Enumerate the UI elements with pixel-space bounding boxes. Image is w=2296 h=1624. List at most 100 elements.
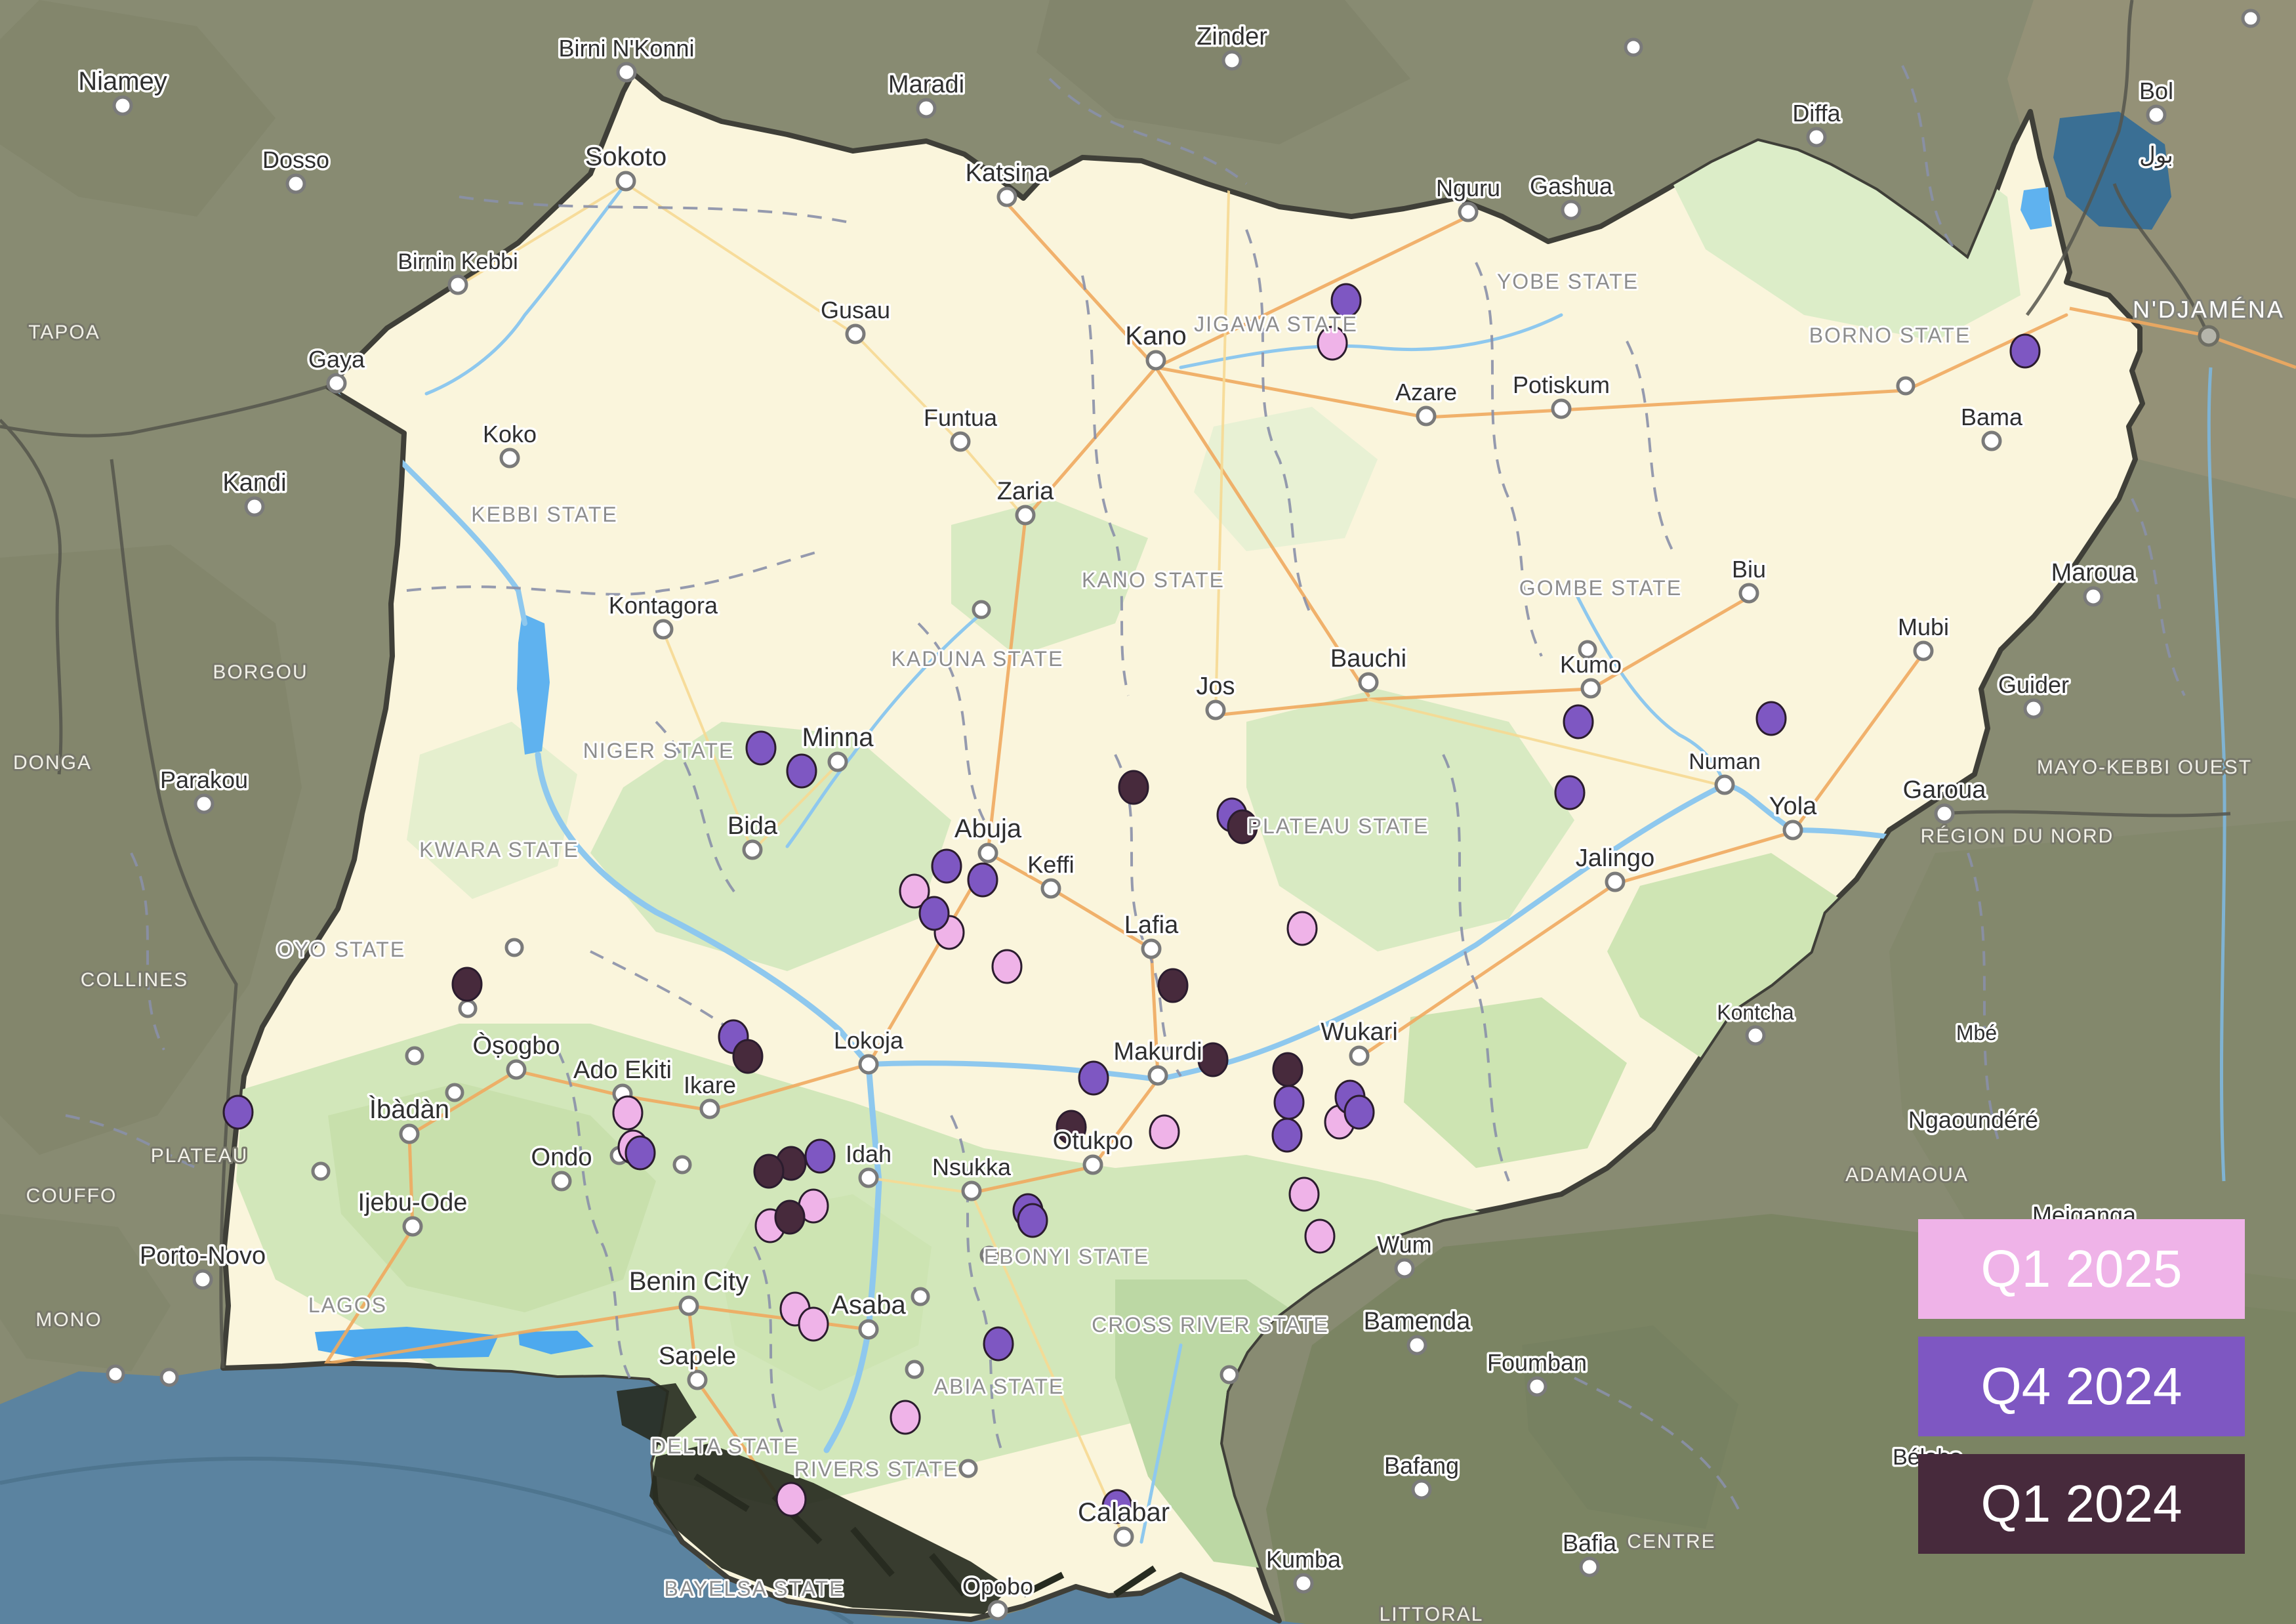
incident-dot-q1-2025[interactable] <box>1150 1115 1179 1148</box>
incident-dot-q1-2024[interactable] <box>1273 1053 1302 1086</box>
legend: Q1 2025 Q4 2024 Q1 2024 <box>1918 1219 2245 1554</box>
city-label-idah: Idah <box>846 1140 892 1167</box>
legend-label-q1-2024: Q1 2024 <box>1981 1474 2183 1534</box>
incident-dot-q1-2025[interactable] <box>799 1308 828 1341</box>
city-label-calabar: Calabar <box>1078 1498 1170 1527</box>
incident-dot-q4-2024[interactable] <box>1018 1204 1047 1237</box>
incident-dot-q4-2024[interactable] <box>1273 1119 1302 1152</box>
incident-dot-q1-2024[interactable] <box>754 1155 783 1188</box>
city-circle-calabar <box>1115 1528 1132 1545</box>
city-circle-wum <box>1396 1260 1413 1277</box>
legend-item-q1-2024: Q1 2024 <box>1918 1454 2245 1554</box>
city-label-bama: Bama <box>1961 404 2023 430</box>
city-label-wum: Wum <box>1377 1231 1431 1258</box>
city-circle-otukpo <box>1084 1156 1101 1173</box>
region-label-donga: DONGA <box>13 752 92 774</box>
town-circle-11 <box>460 1001 476 1016</box>
incident-dot-q4-2024[interactable] <box>984 1327 1013 1360</box>
incident-dot-q4-2024[interactable] <box>224 1096 253 1129</box>
city-label-mubi: Mubi <box>1898 614 1949 640</box>
legend-label-q4-2024: Q4 2024 <box>1981 1356 2183 1417</box>
state-label-oyo-state: OYO STATE <box>277 938 405 961</box>
city-label-ngaound-r-: Ngaoundéré <box>1908 1106 2038 1133</box>
city-label-keffi: Keffi <box>1027 851 1074 878</box>
incident-dot-q1-2024[interactable] <box>1199 1043 1227 1076</box>
incident-dot-q4-2024[interactable] <box>920 897 949 930</box>
incident-dot-q4-2024[interactable] <box>932 850 961 883</box>
city-circle-katsina <box>998 188 1015 205</box>
city-label-bafang: Bafang <box>1384 1452 1459 1479</box>
city-label-bamenda: Bamenda <box>1364 1308 1471 1335</box>
city-label-sapele: Sapele <box>659 1343 736 1370</box>
region-label-r-gion-du-nord: RÉGION DU NORD <box>1921 825 2114 847</box>
city-label-wukari: Wukari <box>1321 1018 1398 1046</box>
city-circle-azare <box>1418 407 1435 425</box>
incident-dot-q1-2025[interactable] <box>777 1483 806 1516</box>
city-label-zaria: Zaria <box>997 478 1054 505</box>
city-circle-zaria <box>1017 507 1034 524</box>
incident-dot-q4-2024[interactable] <box>1079 1062 1108 1094</box>
city-label-birni-n-konni: Birni N'Konni <box>559 35 695 62</box>
incident-dot-q1-2025[interactable] <box>613 1096 642 1129</box>
city-label-parakou: Parakou <box>160 766 248 793</box>
city-label-gashua: Gashua <box>1530 173 1613 199</box>
incident-dot-q1-2024[interactable] <box>453 968 482 1001</box>
city-circle-wukari <box>1351 1047 1368 1064</box>
city-label-ndjamena: N'DJAMÉNA <box>2133 296 2285 323</box>
city-label-azare: Azare <box>1395 379 1457 406</box>
city-circle-zinder <box>1223 52 1240 69</box>
city-circle-jos <box>1207 701 1224 718</box>
city-circle-parakou <box>195 795 213 812</box>
incident-dot-q1-2025[interactable] <box>1290 1178 1319 1211</box>
incident-dot-q4-2024[interactable] <box>1757 702 1786 735</box>
incident-dot-q1-2025[interactable] <box>891 1401 920 1434</box>
city-label-jos: Jos <box>1196 673 1235 700</box>
city-circle-kontagora <box>655 621 672 638</box>
town-circle-17 <box>161 1369 177 1385</box>
city-circle-nguru <box>1460 203 1477 220</box>
city-circle-kandi <box>246 498 263 515</box>
incident-dot-q4-2024[interactable] <box>1345 1096 1374 1129</box>
city-circle-keffi <box>1042 880 1059 897</box>
city-circle-kontcha <box>1747 1027 1764 1044</box>
incident-dot-q1-2025[interactable] <box>993 950 1021 983</box>
city-circle-abuja <box>979 844 996 862</box>
town-circle-4 <box>2243 10 2259 26</box>
city-label-ado-ekiti: Ado Ekiti <box>573 1056 672 1084</box>
incident-dot-q1-2024[interactable] <box>733 1040 762 1073</box>
incident-dot-q4-2024[interactable] <box>1564 705 1593 738</box>
state-label-kano-state: KANO STATE <box>1082 568 1225 592</box>
incident-dot-q1-2024[interactable] <box>775 1201 804 1234</box>
incident-dot-q4-2024[interactable] <box>747 732 775 764</box>
city-circle-idah <box>860 1169 877 1186</box>
incident-dot-q4-2024[interactable] <box>626 1136 655 1169</box>
region-label-plateau: PLATEAU <box>151 1145 249 1167</box>
region-label-couffo: COUFFO <box>26 1185 117 1207</box>
state-label-delta-state: DELTA STATE <box>651 1434 799 1458</box>
incident-dot-q4-2024[interactable] <box>787 755 816 787</box>
city-label-kumo: Kumo <box>1560 651 1622 678</box>
incident-dot-q4-2024[interactable] <box>1555 776 1584 809</box>
incident-dot-q4-2024[interactable] <box>968 864 997 896</box>
city-label-diffa: Diffa <box>1792 100 1841 127</box>
town-circle-8 <box>1221 1367 1237 1383</box>
incident-dot-q4-2024[interactable] <box>2011 335 2040 367</box>
incident-dot-q1-2025[interactable] <box>1288 912 1317 945</box>
city-circle-bauchi <box>1360 674 1377 691</box>
incident-dot-q1-2024[interactable] <box>1158 969 1187 1002</box>
state-label-yobe-state: YOBE STATE <box>1497 270 1639 293</box>
incident-dot-q1-2025[interactable] <box>1305 1220 1334 1253</box>
town-circle-3 <box>1626 39 1641 55</box>
city-circle-kumo <box>1582 680 1599 697</box>
city-circle--ogbo <box>508 1061 525 1078</box>
city-label-ikare: Ikare <box>684 1072 736 1098</box>
incident-dot-q4-2024[interactable] <box>1275 1086 1303 1119</box>
town-circle-6 <box>907 1362 922 1377</box>
region-label-tapoa: TAPOA <box>28 322 100 343</box>
incident-dot-q1-2024[interactable] <box>1119 771 1148 804</box>
city-circle-nsukka <box>963 1182 980 1199</box>
city-label-asaba: Asaba <box>831 1291 906 1320</box>
state-label-gombe-state: GOMBE STATE <box>1519 576 1682 600</box>
city-label-numan: Numan <box>1689 749 1761 774</box>
incident-dot-q4-2024[interactable] <box>806 1140 834 1173</box>
